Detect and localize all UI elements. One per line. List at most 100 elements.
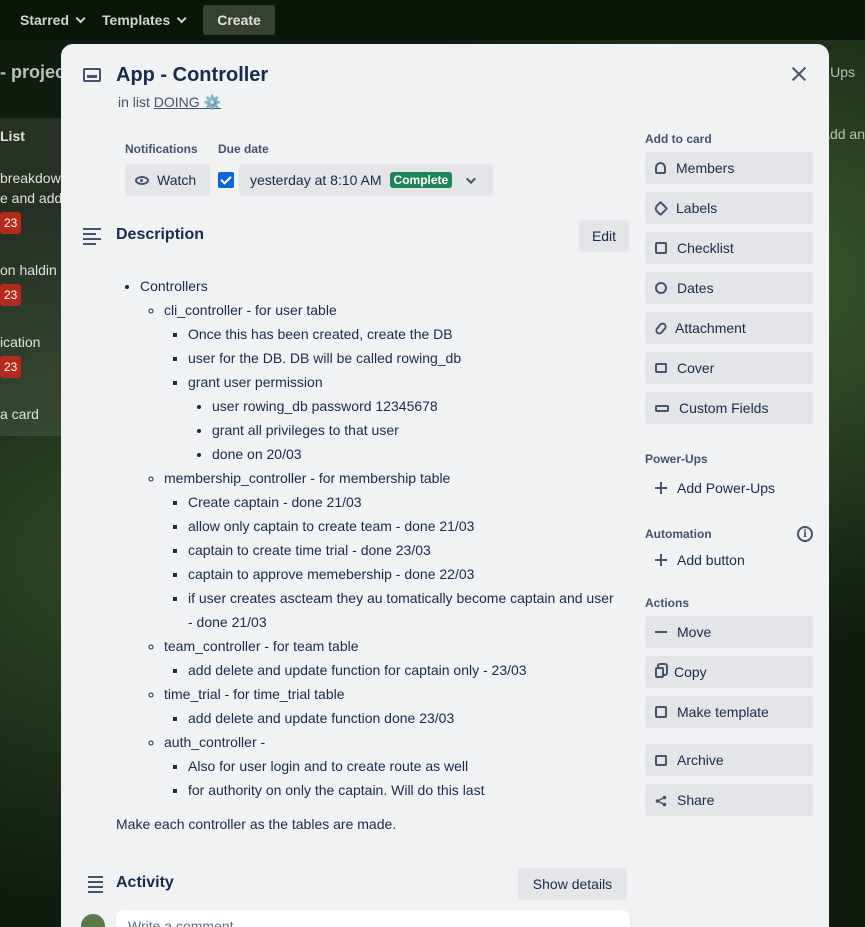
actions-heading: Actions [645, 596, 690, 610]
description-body[interactable]: Controllers cli_controller - for user ta… [116, 274, 616, 836]
labels-button[interactable]: Labels [645, 192, 813, 224]
info-icon[interactable]: i [797, 526, 813, 542]
due-date-value: yesterday at 8:10 AM [250, 172, 382, 188]
share-label: Share [677, 792, 715, 808]
chevron-down-icon [176, 12, 187, 23]
checklist-label: Checklist [677, 240, 734, 256]
top-navbar: Starred Templates Create [0, 0, 865, 40]
dates-label: Dates [677, 280, 714, 296]
list-item: grant user permission [188, 374, 323, 390]
labels-label: Labels [676, 200, 718, 216]
members-button[interactable]: Members [645, 152, 813, 184]
custom-fields-label: Custom Fields [679, 400, 769, 416]
templates-menu[interactable]: Templates [102, 12, 187, 28]
add-to-card-heading: Add to card [645, 132, 712, 146]
description-footer: Make each controller as the tables are m… [116, 816, 397, 832]
automation-label: Automation [645, 527, 712, 541]
copy-button[interactable]: Copy [645, 656, 813, 688]
custom-fields-button[interactable]: Custom Fields [645, 392, 813, 424]
attachment-button[interactable]: Attachment [645, 312, 813, 344]
archive-icon [655, 754, 667, 766]
due-date-button[interactable]: yesterday at 8:10 AM Complete [239, 164, 493, 196]
board-powerups-link[interactable]: Ups [830, 64, 855, 80]
list-item: grant all privileges to that user [212, 418, 616, 442]
edit-description-button[interactable]: Edit [579, 220, 629, 252]
chevron-down-icon [75, 12, 86, 23]
fields-icon [655, 404, 669, 412]
card-icon [83, 68, 101, 82]
board-title: - projec [0, 62, 66, 82]
list-item: for authority on only the captain. Will … [188, 778, 616, 802]
list-item: Controllers [140, 278, 208, 294]
move-label: Move [677, 624, 712, 640]
watch-button[interactable]: Watch [125, 164, 210, 196]
chevron-down-icon [466, 173, 477, 184]
list-item: team_controller - for team table [164, 638, 359, 654]
cover-button[interactable]: Cover [645, 352, 813, 384]
plus-icon [655, 554, 667, 566]
arrow-right-icon [655, 626, 667, 638]
make-template-label: Make template [677, 704, 769, 720]
due-date-label: Due date [218, 142, 269, 156]
in-list-text: in list DOING ⚙️ [118, 94, 221, 111]
create-button[interactable]: Create [203, 5, 275, 35]
list-item: add delete and update function for capta… [188, 658, 616, 682]
list-item: auth_controller - [164, 734, 266, 750]
list-link[interactable]: DOING ⚙️ [154, 94, 221, 110]
clock-icon [655, 282, 667, 294]
add-power-ups-label: Add Power-Ups [677, 480, 776, 496]
add-power-ups-button[interactable]: Add Power-Ups [645, 472, 813, 504]
checklist-icon [655, 242, 667, 254]
list-card[interactable]: ication 23 [0, 332, 64, 378]
list-item: captain to approve memebership - done 22… [188, 562, 616, 586]
close-icon[interactable] [787, 62, 811, 86]
list-card[interactable]: breakdow e and add 23 [0, 168, 64, 234]
share-button[interactable]: Share [645, 784, 813, 816]
list-item: allow only captain to create team - done… [188, 514, 616, 538]
move-button[interactable]: Move [645, 616, 813, 648]
due-badge: 23 [0, 212, 22, 234]
plus-icon [655, 482, 667, 494]
description-title: Description [116, 226, 205, 243]
list-item: time_trial - for time_trial table [164, 686, 345, 702]
power-ups-heading: Power-Ups [645, 452, 708, 466]
in-list-prefix: in list [118, 94, 150, 110]
notifications-label: Notifications [125, 142, 198, 156]
templates-label: Templates [102, 12, 171, 28]
sidebar: Add to card Members Labels Checklist Dat… [645, 132, 813, 824]
list-item: captain to create time trial - done 23/0… [188, 538, 616, 562]
card-text: on haldin [0, 262, 57, 278]
due-complete-checkbox[interactable] [218, 172, 234, 188]
starred-label: Starred [20, 12, 70, 28]
automation-heading: Automation i [645, 524, 813, 544]
card-text: e and add [0, 190, 63, 206]
archive-button[interactable]: Archive [645, 744, 813, 776]
add-card-button[interactable]: a card [0, 404, 64, 424]
card-text: breakdow [0, 170, 61, 186]
starred-menu[interactable]: Starred [20, 12, 86, 28]
board-list: List breakdow e and add 23 on haldin 23 … [0, 118, 64, 436]
checklist-button[interactable]: Checklist [645, 232, 813, 264]
make-template-button[interactable]: Make template [645, 696, 813, 728]
list-item: Also for user login and to create route … [188, 754, 616, 778]
list-item: add delete and update function done 23/0… [188, 706, 616, 730]
card-title[interactable]: App - Controller [116, 64, 268, 87]
show-details-button[interactable]: Show details [518, 868, 627, 900]
cover-label: Cover [677, 360, 715, 376]
list-item: done on 20/03 [212, 442, 616, 466]
add-button-button[interactable]: Add button [645, 544, 813, 576]
due-badge: 23 [0, 284, 22, 306]
attachment-label: Attachment [675, 320, 746, 336]
list-item: membership_controller - for membership t… [164, 470, 451, 486]
dates-button[interactable]: Dates [645, 272, 813, 304]
share-icon [655, 794, 667, 807]
comment-input[interactable]: Write a comment... [116, 910, 630, 927]
due-badge: 23 [0, 356, 22, 378]
members-label: Members [676, 160, 735, 176]
list-card[interactable]: on haldin 23 [0, 260, 64, 306]
list-item: Create captain - done 21/03 [188, 490, 616, 514]
tag-icon [652, 200, 669, 216]
list-item: Once this has been created, create the D… [188, 322, 616, 346]
list-item: user for the DB. DB will be called rowin… [188, 346, 616, 370]
copy-label: Copy [674, 664, 707, 680]
